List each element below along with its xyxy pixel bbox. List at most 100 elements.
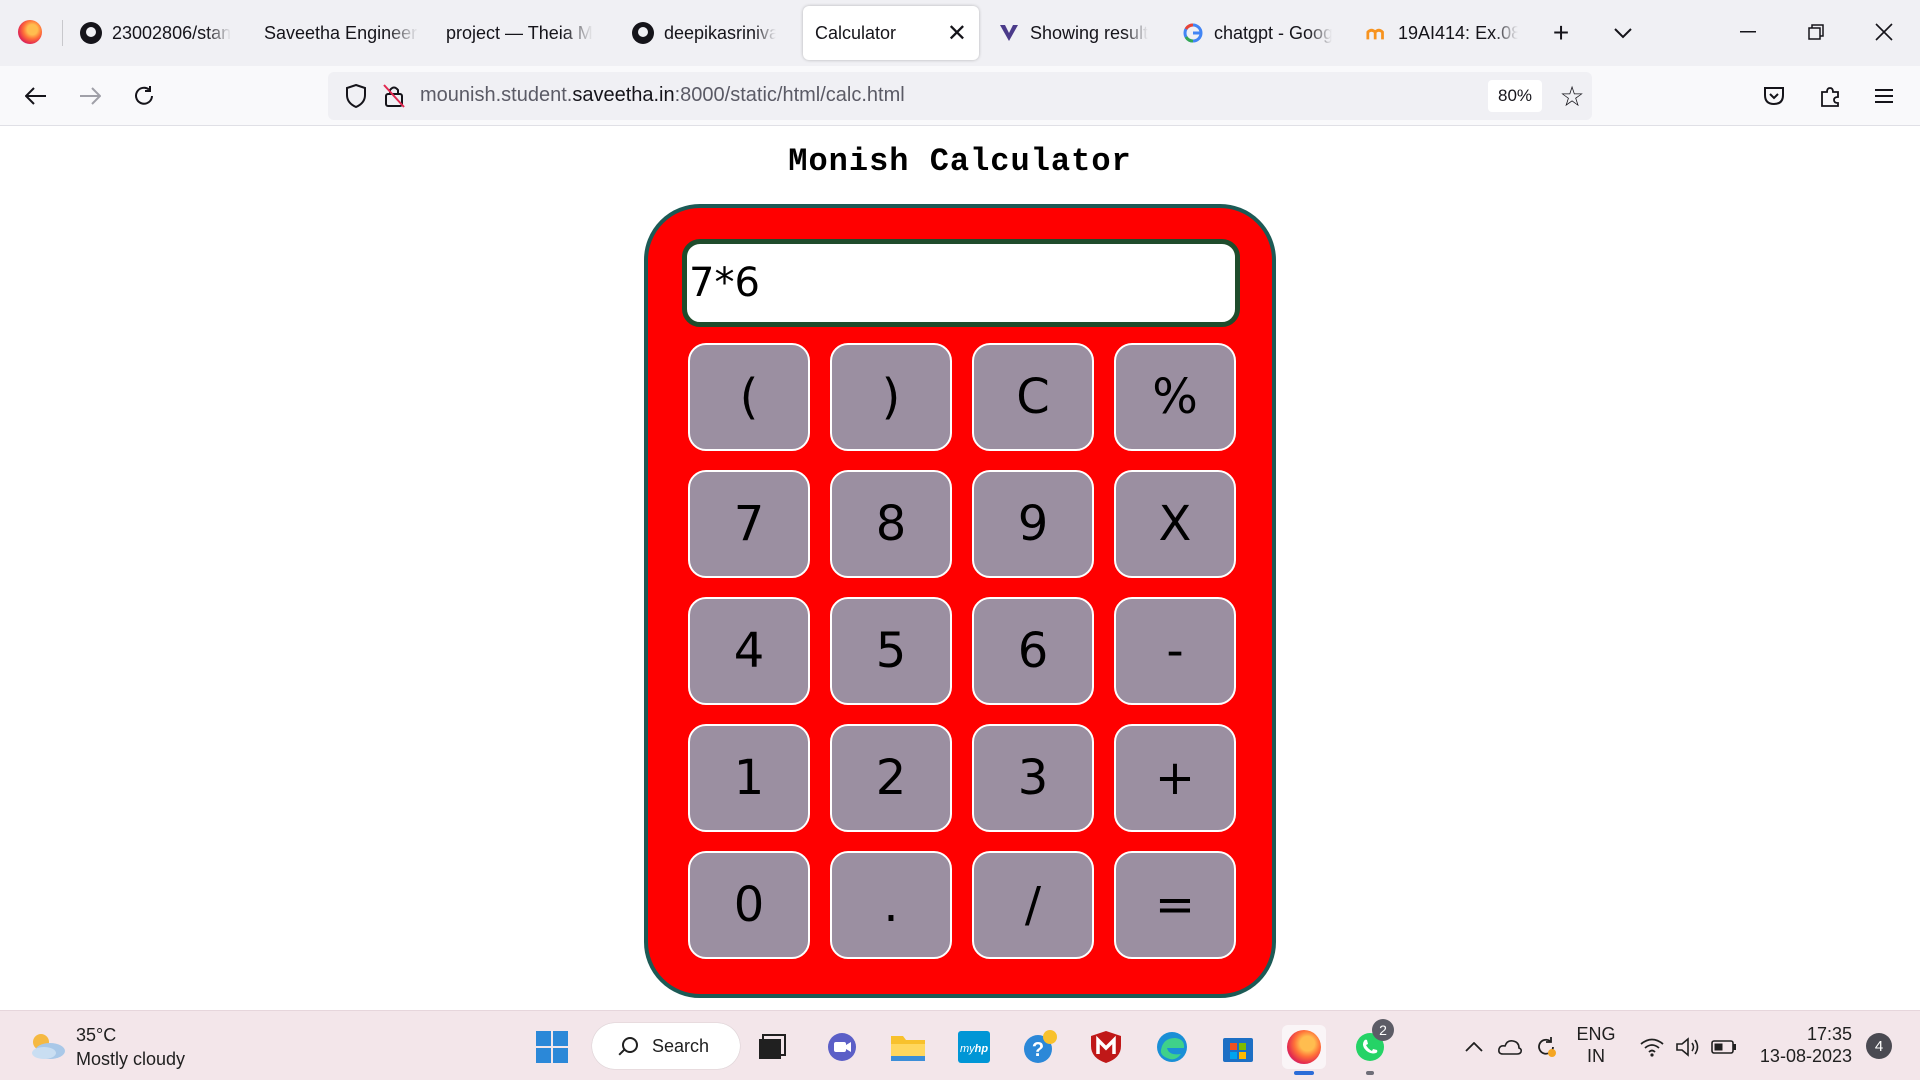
close-window-button[interactable] (1862, 12, 1906, 52)
page-title: Monish Calculator (788, 143, 1132, 180)
close-tab-icon[interactable]: ✕ (947, 19, 967, 48)
battery-icon[interactable] (1708, 1033, 1740, 1061)
tracking-protection-shield-icon[interactable] (342, 82, 370, 110)
key-3[interactable]: 3 (972, 724, 1094, 832)
tab-calculator[interactable]: Calculator ✕ (803, 6, 979, 60)
key-divide[interactable]: / (972, 851, 1094, 959)
tab-google-search[interactable]: chatgpt - Goog (1170, 6, 1344, 60)
key-subtract[interactable]: - (1114, 597, 1236, 705)
forward-arrow-icon (80, 87, 101, 105)
start-button[interactable] (530, 1025, 574, 1069)
reload-icon (135, 86, 153, 105)
list-all-tabs-button[interactable] (1606, 16, 1640, 50)
calculator: 7*6 ( ) C % 7 8 9 X 4 5 6 - 1 2 3 + 0 . … (644, 204, 1276, 998)
chat-app-button[interactable] (820, 1025, 864, 1069)
shield-m-icon (1091, 1031, 1121, 1063)
forward-button[interactable] (72, 78, 108, 114)
notification-center-badge[interactable]: 4 (1866, 1033, 1892, 1059)
key-add[interactable]: + (1114, 724, 1236, 832)
url-prefix: mounish.student. (420, 84, 573, 106)
key-6[interactable]: 6 (972, 597, 1094, 705)
folder-icon (891, 1036, 925, 1061)
reload-button[interactable] (126, 78, 162, 114)
key-9[interactable]: 9 (972, 470, 1094, 578)
close-icon (1875, 23, 1893, 41)
tab-saveetha[interactable]: Saveetha Engineeri (252, 6, 430, 60)
mcafee-button[interactable] (1084, 1025, 1128, 1069)
back-button[interactable] (18, 78, 54, 114)
extensions-button[interactable] (1812, 78, 1848, 114)
tab-github-1[interactable]: 23002806/stan (68, 6, 250, 60)
search-label: Search (652, 1036, 710, 1056)
key-decimal[interactable]: . (830, 851, 952, 959)
open-menu-button[interactable] (1866, 78, 1902, 114)
key-2[interactable]: 2 (830, 724, 952, 832)
address-bar[interactable]: mounish.student.saveetha.in:8000/static/… (328, 72, 1592, 120)
new-tab-button[interactable]: + (1544, 16, 1578, 50)
firefox-taskbar-button[interactable] (1282, 1025, 1326, 1075)
task-view-button[interactable] (750, 1025, 794, 1069)
url-suffix: :8000/static/html/calc.html (674, 84, 905, 106)
key-4[interactable]: 4 (688, 597, 810, 705)
key-multiply[interactable]: X (1114, 470, 1236, 578)
region-code: IN (1587, 1046, 1605, 1066)
sync-icon[interactable] (1530, 1033, 1562, 1061)
insecure-lock-icon[interactable] (380, 82, 408, 110)
tab-theia[interactable]: project — Theia M (434, 6, 610, 60)
onedrive-cloud-icon[interactable] (1494, 1033, 1526, 1061)
store-icon (1223, 1038, 1253, 1062)
show-hidden-icons-chevron-up-icon[interactable] (1458, 1033, 1490, 1061)
file-explorer-button[interactable] (886, 1025, 930, 1069)
tab-label: Calculator (815, 22, 897, 43)
url-text[interactable]: mounish.student.saveetha.in:8000/static/… (420, 84, 905, 107)
taskbar-search[interactable]: Search (592, 1023, 740, 1069)
edge-icon (1157, 1032, 1187, 1062)
key-clear[interactable]: C (972, 343, 1094, 451)
tab-github-2[interactable]: deepikasrinivas (620, 6, 788, 60)
key-0[interactable]: 0 (688, 851, 810, 959)
key-open-paren[interactable]: ( (688, 343, 810, 451)
bookmark-star-icon[interactable]: ☆ (1554, 78, 1590, 114)
firefox-icon (1287, 1030, 1321, 1064)
tab-moodle[interactable]: 19AI414: Ex.08 (1354, 6, 1530, 60)
restore-button[interactable] (1794, 12, 1838, 52)
microsoft-store-button[interactable] (1216, 1025, 1260, 1069)
help-icon: ? (1024, 1030, 1057, 1063)
running-indicator (1366, 1071, 1374, 1075)
github-icon (80, 22, 102, 44)
clock-date: 13-08-2023 (1759, 1046, 1852, 1066)
minimize-icon (1740, 31, 1756, 33)
tab-label: deepikasrinivas (664, 22, 776, 43)
key-8[interactable]: 8 (830, 470, 952, 578)
back-arrow-icon (25, 87, 46, 105)
language-code: ENG (1576, 1024, 1616, 1044)
clock[interactable]: 17:35 13-08-2023 (1752, 1023, 1852, 1067)
weather-temperature: 35°C (76, 1025, 117, 1045)
myhp-icon: myhp (958, 1031, 990, 1063)
get-help-button[interactable]: ? (1018, 1025, 1062, 1069)
svg-text:?: ? (1032, 1039, 1044, 1061)
chevron-down-icon (1614, 28, 1632, 39)
web-page: Monish Calculator 7*6 ( ) C % 7 8 9 X 4 … (0, 127, 1920, 1010)
key-5[interactable]: 5 (830, 597, 952, 705)
site-logo-icon (998, 22, 1020, 44)
tab-showing-results[interactable]: Showing result (986, 6, 1162, 60)
input-language-indicator[interactable]: ENG IN (1574, 1023, 1618, 1067)
minimize-button[interactable] (1726, 12, 1770, 52)
tab-label: chatgpt - Goog (1214, 22, 1332, 43)
zoom-level-button[interactable]: 80% (1488, 80, 1542, 112)
key-1[interactable]: 1 (688, 724, 810, 832)
whatsapp-button[interactable]: 2 (1348, 1019, 1394, 1075)
key-percent[interactable]: % (1114, 343, 1236, 451)
key-equals[interactable]: = (1114, 851, 1236, 959)
firefox-view-button[interactable] (14, 16, 46, 48)
pocket-button[interactable] (1756, 78, 1792, 114)
myhp-button[interactable]: myhp (952, 1025, 996, 1069)
volume-icon[interactable] (1672, 1033, 1704, 1061)
wifi-icon[interactable] (1636, 1033, 1668, 1061)
tab-divider (62, 20, 63, 46)
tab-label: project — Theia M (446, 22, 593, 43)
key-close-paren[interactable]: ) (830, 343, 952, 451)
key-7[interactable]: 7 (688, 470, 810, 578)
edge-browser-button[interactable] (1150, 1025, 1194, 1069)
